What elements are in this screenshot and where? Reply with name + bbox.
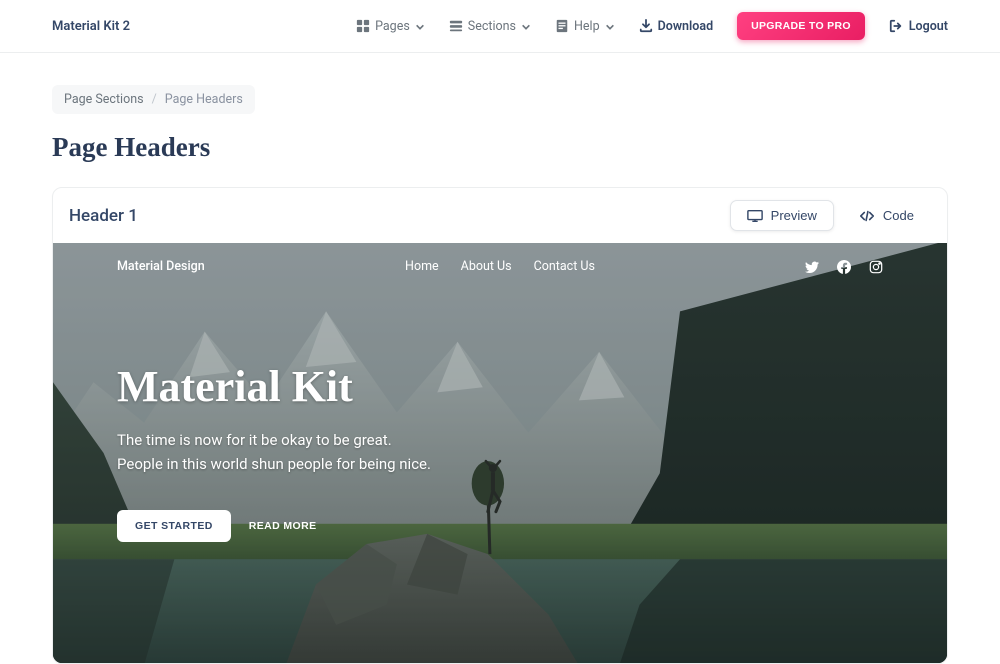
hero-content: Material Design Home About Us Contact Us: [53, 243, 947, 663]
card-title: Header 1: [69, 206, 138, 226]
chevron-down-icon: [521, 21, 531, 31]
dashboard-icon: [356, 19, 370, 33]
hero-link-home[interactable]: Home: [405, 259, 439, 274]
nav-download[interactable]: Download: [639, 19, 714, 34]
hero-nav-links: Home About Us Contact Us: [405, 259, 595, 274]
hero-preview: Material Design Home About Us Contact Us: [53, 243, 947, 663]
hero-link-contact[interactable]: Contact Us: [534, 259, 595, 274]
hero-link-about[interactable]: About Us: [461, 259, 512, 274]
hero-actions: GET STARTED READ MORE: [117, 510, 437, 542]
page-container: Page Sections / Page Headers Page Header…: [52, 53, 948, 664]
breadcrumb-separator: /: [152, 92, 157, 107]
chevron-down-icon: [415, 21, 425, 31]
article-icon: [555, 19, 569, 33]
facebook-icon[interactable]: [837, 260, 851, 274]
nav-logout[interactable]: Logout: [889, 19, 948, 34]
nav-help[interactable]: Help: [555, 19, 615, 34]
twitter-icon[interactable]: [805, 260, 819, 274]
hero-subtitle: The time is now for it be okay to be gre…: [117, 429, 437, 476]
instagram-icon[interactable]: [869, 260, 883, 274]
download-icon: [639, 19, 653, 33]
read-more-button[interactable]: READ MORE: [249, 520, 317, 532]
code-toggle-label: Code: [883, 208, 914, 223]
hero-main: Material Kit The time is now for it be o…: [117, 363, 437, 542]
top-navbar-right: Pages Sections Help: [356, 12, 948, 40]
code-toggle-button[interactable]: Code: [842, 200, 931, 231]
preview-toggle-button[interactable]: Preview: [730, 200, 834, 231]
nav-pages-label: Pages: [375, 19, 410, 34]
nav-help-label: Help: [574, 19, 600, 34]
preview-toggle-label: Preview: [771, 208, 817, 223]
brand[interactable]: Material Kit 2: [52, 19, 130, 34]
hero-brand[interactable]: Material Design: [117, 259, 205, 274]
get-started-button[interactable]: GET STARTED: [117, 510, 231, 542]
nav-sections[interactable]: Sections: [449, 19, 531, 34]
code-icon: [859, 209, 875, 223]
hero-social-links: [805, 260, 883, 274]
logout-icon: [889, 19, 903, 33]
card-header: Header 1 Preview Code: [53, 188, 947, 243]
chevron-down-icon: [605, 21, 615, 31]
header-card: Header 1 Preview Code: [52, 187, 948, 664]
page-title: Page Headers: [52, 132, 948, 163]
desktop-icon: [747, 209, 763, 223]
hero-title: Material Kit: [117, 363, 437, 411]
nav-logout-label: Logout: [909, 19, 948, 34]
hero-navbar: Material Design Home About Us Contact Us: [117, 243, 883, 274]
top-navbar: Material Kit 2 Pages Sections Help: [0, 0, 1000, 53]
view-day-icon: [449, 19, 463, 33]
nav-download-label: Download: [658, 19, 714, 34]
upgrade-button[interactable]: UPGRADE TO PRO: [737, 12, 865, 40]
breadcrumb-parent[interactable]: Page Sections: [64, 92, 144, 107]
breadcrumb: Page Sections / Page Headers: [52, 85, 255, 114]
breadcrumb-current: Page Headers: [165, 92, 243, 107]
nav-pages[interactable]: Pages: [356, 19, 425, 34]
nav-sections-label: Sections: [468, 19, 516, 34]
view-toggle-group: Preview Code: [730, 200, 931, 231]
